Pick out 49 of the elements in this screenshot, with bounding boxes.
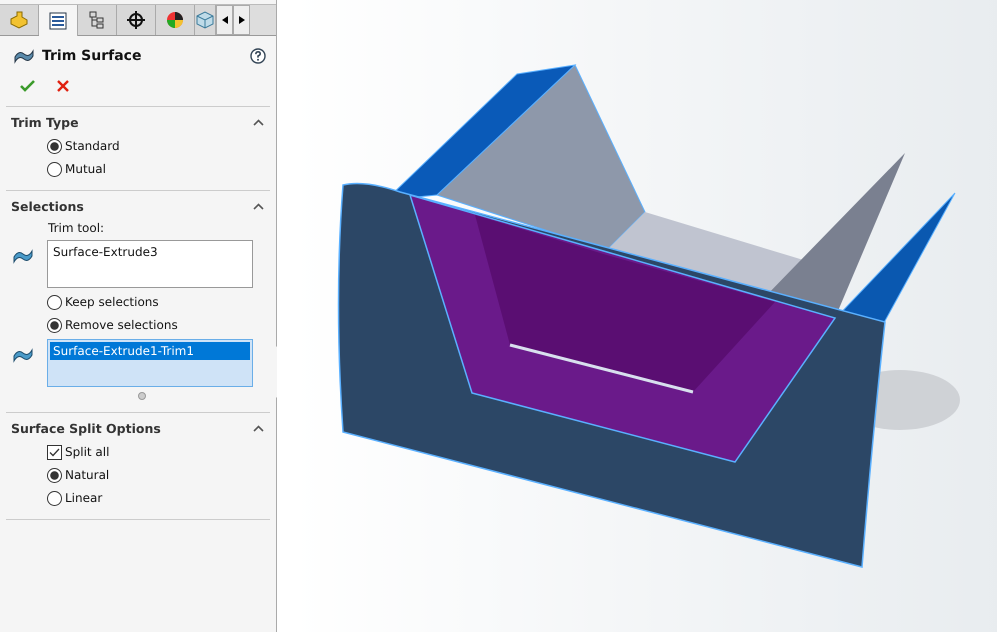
section-title: Surface Split Options [11, 421, 161, 436]
radio-button[interactable] [47, 318, 62, 332]
left-arrow-icon [222, 16, 228, 24]
surface-icon [13, 347, 33, 363]
appearance-ball-icon [166, 11, 184, 29]
section-title: Trim Type [11, 115, 79, 130]
radio-button[interactable] [47, 490, 62, 506]
checkmark-icon [20, 80, 35, 92]
feature-title: Trim Surface [42, 48, 142, 64]
option-label: Standard [65, 139, 120, 153]
list-entry[interactable]: Surface-Extrude1-Trim1 [50, 342, 250, 360]
surface-icon [13, 248, 33, 264]
radio-button[interactable] [47, 468, 62, 482]
selection-list-field[interactable]: Surface-Extrude1-Trim1 [47, 339, 253, 387]
collapse-chevron-icon[interactable] [253, 425, 264, 432]
radio-button[interactable] [47, 162, 62, 176]
part-icon [9, 11, 29, 29]
panel-tab[interactable] [117, 5, 156, 35]
ok-button[interactable] [18, 78, 37, 94]
scroll-right-button[interactable] [233, 5, 250, 35]
crosshair-icon [127, 11, 145, 29]
radio-button[interactable] [47, 294, 62, 310]
right-arrow-icon [238, 16, 244, 24]
field-label: Trim tool: [48, 221, 106, 235]
cancel-button[interactable] [55, 78, 71, 94]
radio-button[interactable] [47, 138, 62, 154]
option-label: Linear [65, 491, 102, 505]
option-label: Mutual [65, 162, 106, 176]
help-icon[interactable] [250, 48, 266, 64]
scroll-left-button[interactable] [216, 5, 233, 35]
configuration-tree-icon [88, 11, 106, 29]
collapse-chevron-icon[interactable] [253, 203, 264, 210]
list-entry[interactable]: Surface-Extrude3 [50, 243, 250, 261]
option-label: Natural [65, 468, 110, 482]
section-title: Selections [11, 199, 84, 214]
resize-handle-icon[interactable] [138, 392, 146, 400]
option-label: Remove selections [65, 318, 178, 332]
panel-tab[interactable] [156, 5, 195, 35]
cube-icon [196, 11, 214, 29]
property-list-icon [49, 12, 67, 30]
panel-tab[interactable] [39, 5, 78, 36]
option-label: Split all [65, 445, 110, 459]
checkbox[interactable] [47, 444, 62, 460]
panel-tab[interactable] [78, 5, 117, 35]
close-icon [57, 80, 69, 92]
option-label: Keep selections [65, 295, 159, 309]
surface-icon [14, 48, 34, 64]
selection-list-field[interactable]: Surface-Extrude3 [47, 240, 253, 288]
collapse-chevron-icon[interactable] [253, 119, 264, 126]
